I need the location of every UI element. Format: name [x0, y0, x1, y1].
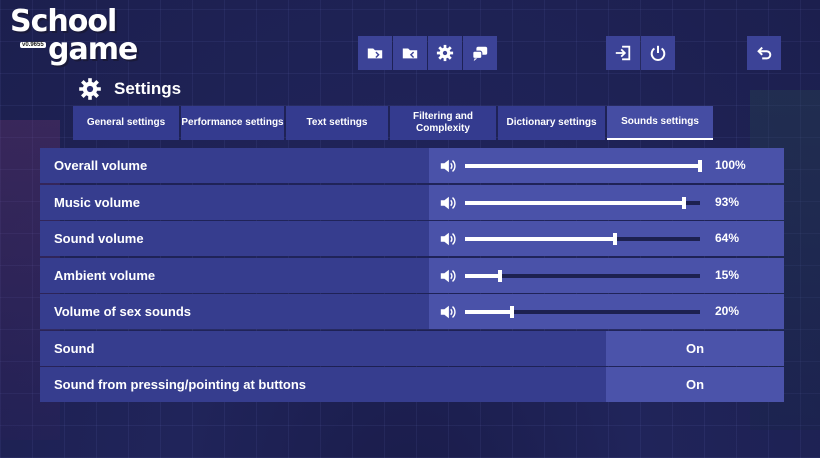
volume-slider[interactable] — [465, 196, 700, 209]
tab-filtering-complexity[interactable]: Filtering and Complexity — [390, 106, 496, 140]
gear-icon — [79, 78, 101, 100]
folder-save-icon — [367, 48, 383, 59]
setting-label: Music volume — [40, 184, 429, 220]
setting-row-button-sounds: Sound from pressing/pointing at buttons … — [40, 367, 784, 402]
exit-icon — [615, 45, 631, 61]
tab-performance-settings[interactable]: Performance settings — [181, 106, 284, 140]
volume-value: 15% — [715, 267, 740, 282]
speaker-icon[interactable] — [439, 157, 457, 175]
speaker-icon[interactable] — [439, 267, 457, 285]
slider-fill — [465, 310, 512, 314]
slider-thumb[interactable] — [613, 233, 618, 245]
volume-slider[interactable] — [465, 306, 700, 318]
setting-label: Volume of sex sounds — [40, 294, 429, 329]
speaker-icon[interactable] — [439, 194, 457, 212]
volume-control: 100% — [429, 148, 784, 183]
game-logo: School v0.9655 game — [8, 4, 138, 67]
slider-thumb[interactable] — [681, 196, 686, 209]
power-icon — [650, 45, 666, 61]
slider-thumb[interactable] — [698, 160, 702, 172]
load-button[interactable] — [393, 36, 427, 70]
setting-row-sound: Sound On — [40, 330, 784, 366]
slider-fill — [465, 237, 616, 241]
volume-control: 20% — [429, 294, 784, 329]
sound-toggle-button[interactable]: On — [606, 330, 784, 366]
logo-version: v0.9655 — [20, 42, 46, 48]
volume-control: 64% — [429, 221, 784, 256]
tab-dictionary-settings[interactable]: Dictionary settings — [498, 106, 605, 140]
quit-button[interactable] — [641, 36, 675, 70]
folder-load-icon — [402, 48, 418, 59]
settings-list: Overall volume 100% Music volume 93% Sou… — [40, 148, 784, 404]
setting-row-overall-volume: Overall volume 100% — [40, 148, 784, 183]
chat-icon — [472, 46, 488, 62]
volume-value: 93% — [715, 194, 740, 209]
chat-button[interactable] — [463, 36, 497, 70]
slider-thumb[interactable] — [510, 306, 514, 318]
back-button[interactable] — [747, 36, 781, 70]
settings-button[interactable] — [428, 36, 462, 70]
setting-label: Overall volume — [40, 148, 429, 183]
volume-value: 64% — [715, 231, 740, 245]
tab-general-settings[interactable]: General settings — [73, 106, 179, 140]
setting-row-music-volume: Music volume 93% — [40, 184, 784, 220]
volume-value: 100% — [715, 158, 746, 172]
setting-label: Sound — [40, 330, 606, 366]
slider-fill — [465, 164, 700, 168]
logo-line-2: game — [48, 32, 138, 67]
tab-sounds-settings[interactable]: Sounds settings — [607, 106, 713, 140]
slider-thumb[interactable] — [498, 269, 503, 282]
setting-label: Ambient volume — [40, 257, 429, 293]
exit-to-menu-button[interactable] — [606, 36, 640, 70]
button-sound-toggle-button[interactable]: On — [606, 367, 784, 402]
volume-value: 20% — [715, 304, 740, 318]
save-button[interactable] — [358, 36, 392, 70]
page-title: Settings — [114, 79, 182, 98]
setting-label: Sound from pressing/pointing at buttons — [40, 367, 606, 402]
volume-slider[interactable] — [465, 160, 702, 172]
setting-row-sound-volume: Sound volume 64% — [40, 221, 784, 256]
settings-header: Settings — [78, 76, 181, 102]
setting-label: Sound volume — [40, 221, 429, 256]
speaker-icon[interactable] — [439, 230, 457, 248]
slider-fill — [465, 273, 501, 278]
setting-row-ambient-volume: Ambient volume 15% — [40, 257, 784, 293]
volume-control: 15% — [429, 257, 784, 293]
back-icon — [757, 46, 772, 60]
slider-fill — [465, 200, 684, 205]
volume-control: 93% — [429, 184, 784, 220]
tab-text-settings[interactable]: Text settings — [286, 106, 388, 140]
speaker-icon[interactable] — [439, 303, 457, 321]
gear-icon — [436, 44, 454, 62]
volume-slider[interactable] — [465, 269, 700, 282]
setting-row-sex-sounds-volume: Volume of sex sounds 20% — [40, 294, 784, 329]
settings-tabs: General settings Performance settings Te… — [73, 106, 715, 140]
volume-slider[interactable] — [465, 233, 700, 245]
